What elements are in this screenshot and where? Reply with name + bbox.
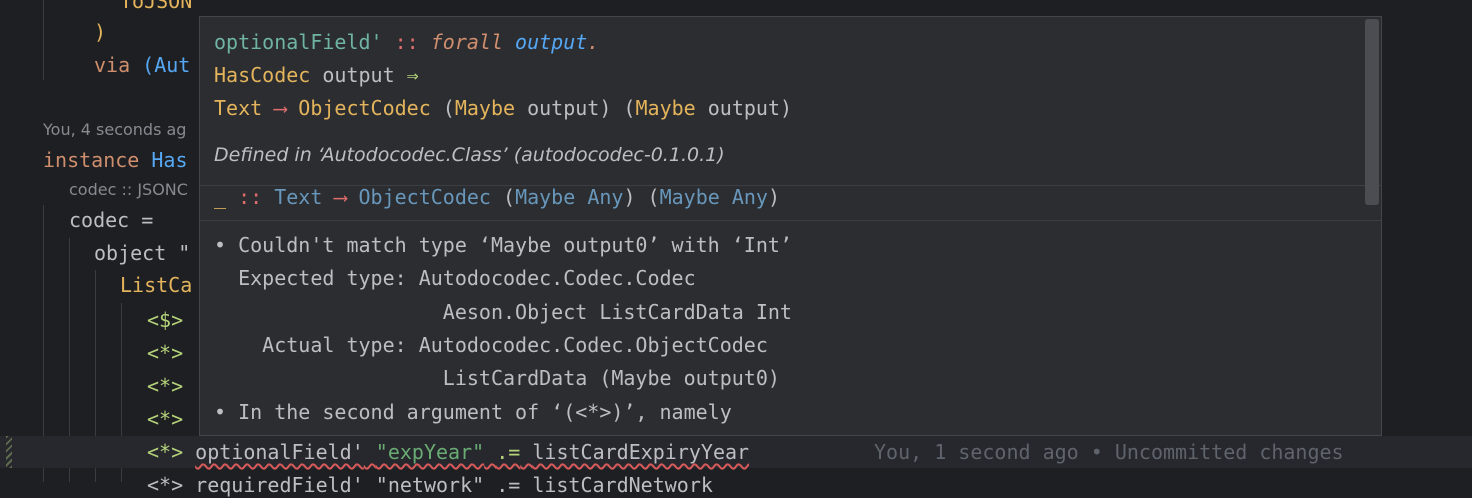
type-separator: :: bbox=[382, 30, 431, 54]
type-info-popup[interactable]: optionalField' :: forall output. HasCode… bbox=[199, 16, 1382, 436]
paren: ) bbox=[767, 185, 781, 209]
operator: <*> bbox=[147, 407, 184, 431]
forall-keyword: forall bbox=[430, 30, 503, 54]
indent-guide bbox=[43, 0, 44, 80]
error-line: Actual type: Autodocodec.Codec.ObjectCod… bbox=[214, 333, 768, 357]
paren: ) ( bbox=[623, 185, 660, 209]
hole-type-line: _ :: Text ⟶ ObjectCodec (Maybe Any) (May… bbox=[214, 182, 780, 212]
signature-line: optionalField' :: forall output. bbox=[214, 27, 599, 57]
error-line: Aeson.Object ListCardData Int bbox=[214, 300, 792, 324]
type-variable: output) bbox=[695, 96, 793, 120]
type-variable: output bbox=[310, 63, 407, 87]
error-line: Expected type: Autodocodec.Codec.Codec bbox=[214, 266, 696, 290]
code-line: <*> requiredField' "network" .= listCard… bbox=[147, 473, 713, 497]
type-variable: output) ( bbox=[515, 96, 636, 120]
type-name: Maybe bbox=[635, 96, 696, 120]
code-line: ) bbox=[94, 20, 107, 44]
constraint-line: HasCodec output ⇒ bbox=[214, 60, 419, 90]
class-name: HasCodec bbox=[214, 63, 311, 87]
operator: .= bbox=[496, 440, 521, 464]
error-highlight[interactable]: optionalField' "expYear" .= listCardExpi… bbox=[195, 440, 749, 464]
vcs-change-marker[interactable] bbox=[6, 436, 12, 468]
defined-in-text: Defined in ‘Autodocodec.Class’ (autodoco… bbox=[214, 144, 725, 166]
type-variable: output bbox=[515, 30, 588, 54]
error-line: • In the second argument of ‘(<*>)’, nam… bbox=[214, 400, 732, 424]
inline-blame[interactable]: You, 1 second ago • Uncommitted changes bbox=[874, 439, 1344, 465]
code-line: ListCa bbox=[120, 273, 193, 297]
code-text: listCardExpiryYear bbox=[532, 440, 750, 464]
divider bbox=[200, 220, 1381, 221]
code-text: (Aut bbox=[142, 53, 191, 77]
function-arrow: ⟶ bbox=[322, 185, 359, 209]
function-name: optionalField' bbox=[214, 30, 383, 54]
string-literal: "expYear" bbox=[375, 440, 485, 464]
code-line: object " bbox=[94, 241, 191, 265]
current-code-line[interactable]: <*> optionalField' "expYear" .= listCard… bbox=[147, 439, 749, 465]
keyword: via bbox=[94, 53, 131, 77]
operator: <*> bbox=[147, 374, 184, 398]
popup-scrollbar[interactable] bbox=[1363, 17, 1381, 207]
function-name: optionalField' bbox=[195, 440, 364, 464]
code-line: via (Aut bbox=[94, 52, 190, 78]
class-name: Has bbox=[151, 148, 188, 172]
type-name: Maybe bbox=[515, 185, 576, 209]
operator: <*> bbox=[147, 341, 184, 365]
type-name: Text bbox=[214, 96, 263, 120]
type-hint: codec :: JSONC bbox=[69, 180, 188, 199]
type-name: ObjectCodec bbox=[358, 185, 491, 209]
type-name: Any bbox=[719, 185, 768, 209]
type-name: Text bbox=[274, 185, 323, 209]
error-line: ListCardData (Maybe output0) bbox=[214, 366, 780, 390]
error-line: • Couldn't match type ‘Maybe output0’ wi… bbox=[214, 233, 792, 257]
code-line: instance Has bbox=[43, 147, 188, 173]
operator: <$> bbox=[147, 308, 184, 332]
hole: _ bbox=[214, 185, 227, 209]
paren: ( bbox=[430, 96, 455, 120]
type-name: ObjectCodec bbox=[298, 96, 431, 120]
code-line: codec = bbox=[69, 208, 154, 232]
scrollbar-thumb[interactable] bbox=[1365, 19, 1379, 205]
code-line: ToJSON bbox=[120, 0, 193, 13]
dot: . bbox=[587, 30, 600, 54]
function-arrow: ⟶ bbox=[262, 96, 299, 120]
paren: ( bbox=[490, 185, 516, 209]
type-name: Maybe bbox=[659, 185, 720, 209]
git-blame-hint[interactable]: You, 4 seconds ag bbox=[43, 120, 186, 139]
type-line: Text ⟶ ObjectCodec (Maybe output) (Maybe… bbox=[214, 93, 792, 123]
operator: <*> bbox=[147, 440, 184, 464]
keyword: instance bbox=[43, 148, 140, 172]
constraint-arrow: ⇒ bbox=[406, 63, 419, 87]
type-name: Maybe bbox=[454, 96, 516, 120]
type-separator: :: bbox=[226, 185, 275, 209]
type-name: Any bbox=[575, 185, 624, 209]
